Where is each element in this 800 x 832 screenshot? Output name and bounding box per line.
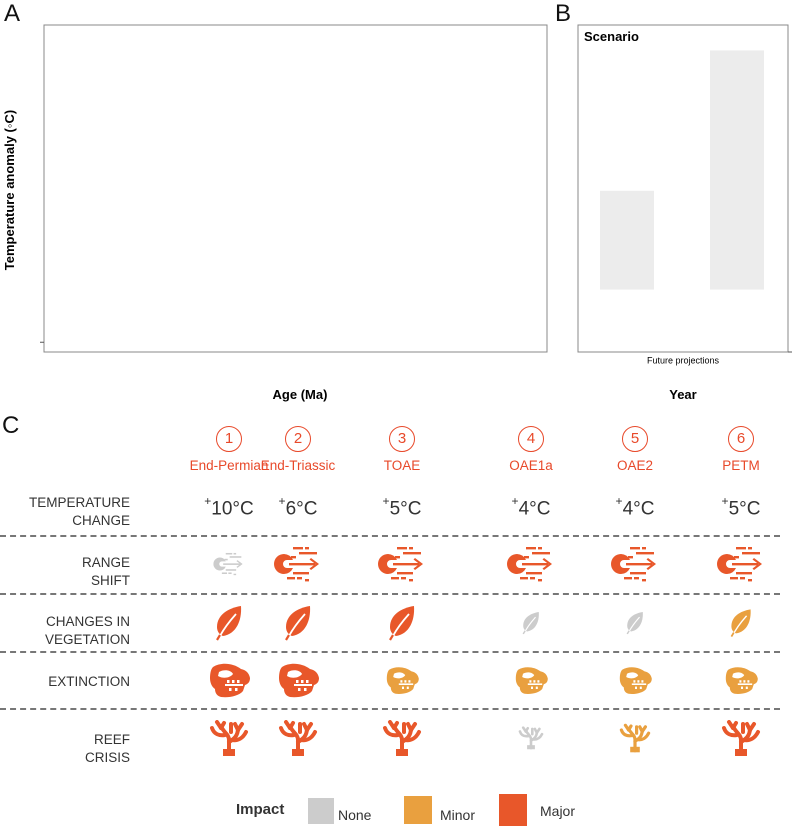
event-header: 2 End-Triassic <box>243 426 353 473</box>
charts-svg: Age (Ma) Temperature anomaly (◦C) Year F… <box>2 24 792 402</box>
legend-title: Impact <box>236 801 285 818</box>
event-name: OAE2 <box>616 458 654 473</box>
plus-sign: + <box>204 494 212 508</box>
plot-a-frame <box>43 24 548 353</box>
row-label-line: CRISIS <box>84 750 130 765</box>
legend-swatch-none <box>308 798 334 824</box>
temp-value: 4°C <box>518 498 551 520</box>
row-divider <box>0 593 780 595</box>
legend-label-major: Major <box>540 803 576 819</box>
event-name: OAE1a <box>509 458 553 473</box>
period-band <box>710 50 764 290</box>
plus-sign: + <box>511 494 519 508</box>
coral-icon <box>518 726 544 749</box>
range-shift-icon <box>377 546 427 582</box>
range-shift-icon <box>610 546 660 582</box>
plus-sign: + <box>382 494 390 508</box>
dinosaur-skull-icon <box>617 667 652 696</box>
coral-icon <box>382 720 422 756</box>
row-label-line: TEMPERATURE <box>28 495 130 510</box>
row-divider <box>0 535 780 537</box>
event-name: TOAE <box>383 458 421 473</box>
range-shift-icon <box>213 552 246 575</box>
temperature-change-value: +4°C <box>476 494 586 520</box>
event-header: 4 OAE1a <box>476 426 586 473</box>
row-label-line: SHIFT <box>91 573 130 588</box>
coral-icon <box>619 724 651 753</box>
temp-value: 6°C <box>285 498 318 520</box>
temperature-change-value: +6°C <box>243 494 353 520</box>
event-number-circle: 2 <box>285 426 311 452</box>
plus-sign: + <box>721 494 729 508</box>
row-label-reef-crisis: REEF CRISIS <box>0 731 130 767</box>
row-divider <box>0 651 780 653</box>
panel-label-c: C <box>2 412 20 439</box>
temperature-change-value: +5°C <box>686 494 796 520</box>
temperature-change-value: +4°C <box>580 494 690 520</box>
legend-label-none: None <box>338 807 372 823</box>
event-header: 5 OAE2 <box>580 426 690 473</box>
range-shift-icon <box>273 546 323 582</box>
dinosaur-skull-icon <box>513 667 548 696</box>
leaf-icon <box>283 605 313 641</box>
event-header: 6 PETM <box>686 426 796 473</box>
legend-swatch-minor <box>404 796 432 824</box>
range-shift-icon <box>716 546 766 582</box>
y-axis-label-a: Temperature anomaly (◦C) <box>2 110 17 270</box>
leaf-icon <box>387 605 417 641</box>
temp-value: 4°C <box>622 498 655 520</box>
x-axis-label-a: Age (Ma) <box>273 387 328 402</box>
dinosaur-skull-icon <box>723 667 758 696</box>
event-number-circle: 6 <box>728 426 754 452</box>
temp-value: 5°C <box>389 498 422 520</box>
event-name: PETM <box>722 458 760 473</box>
range-shift-icon <box>506 546 556 582</box>
dinosaur-skull-icon <box>207 663 251 699</box>
figure: A B C Age (Ma) Temperature anomaly (◦C) … <box>0 0 800 832</box>
dinosaur-skull-icon <box>384 667 419 696</box>
period-band <box>600 190 654 290</box>
row-label-range-shift: RANGE SHIFT <box>0 554 130 590</box>
row-divider <box>0 708 780 710</box>
row-label-line: REEF <box>93 732 130 747</box>
coral-icon <box>209 720 249 756</box>
legend-swatch-major <box>499 794 527 826</box>
event-header: 3 TOAE <box>347 426 457 473</box>
temperature-change-value: +5°C <box>347 494 457 520</box>
legend-label-minor: Minor <box>440 807 476 823</box>
impact-legend: Impact None Minor Major <box>0 794 800 827</box>
plus-sign: + <box>278 494 286 508</box>
coral-icon <box>278 720 318 756</box>
row-label-line: CHANGES IN <box>45 614 130 629</box>
coral-icon <box>721 720 761 756</box>
row-label-line: RANGE <box>81 555 130 570</box>
row-label-line: VEGETATION <box>44 632 130 647</box>
leaf-icon <box>521 611 541 634</box>
leaf-icon <box>214 605 244 641</box>
chart-layer <box>40 24 792 353</box>
leaf-icon <box>625 611 645 634</box>
row-label-temperature-change: TEMPERATURE CHANGE <box>0 494 130 530</box>
row-label-line: EXTINCTION <box>48 674 130 689</box>
temp-value: 5°C <box>728 498 761 520</box>
event-number-circle: 3 <box>389 426 415 452</box>
event-number-circle: 1 <box>216 426 242 452</box>
legend-title-b: Scenario <box>584 29 639 44</box>
row-label-vegetation: CHANGES IN VEGETATION <box>0 613 130 649</box>
leaf-icon <box>729 609 753 638</box>
row-label-line: CHANGE <box>72 513 130 528</box>
x-axis-label-b: Year <box>669 387 696 402</box>
event-number-circle: 4 <box>518 426 544 452</box>
dinosaur-skull-icon <box>276 663 320 699</box>
plus-sign: + <box>615 494 623 508</box>
event-number-circle: 5 <box>622 426 648 452</box>
future-projections-label: Future projections <box>647 356 720 366</box>
row-label-extinction: EXTINCTION <box>0 673 130 691</box>
event-name: End-Triassic <box>260 458 336 473</box>
